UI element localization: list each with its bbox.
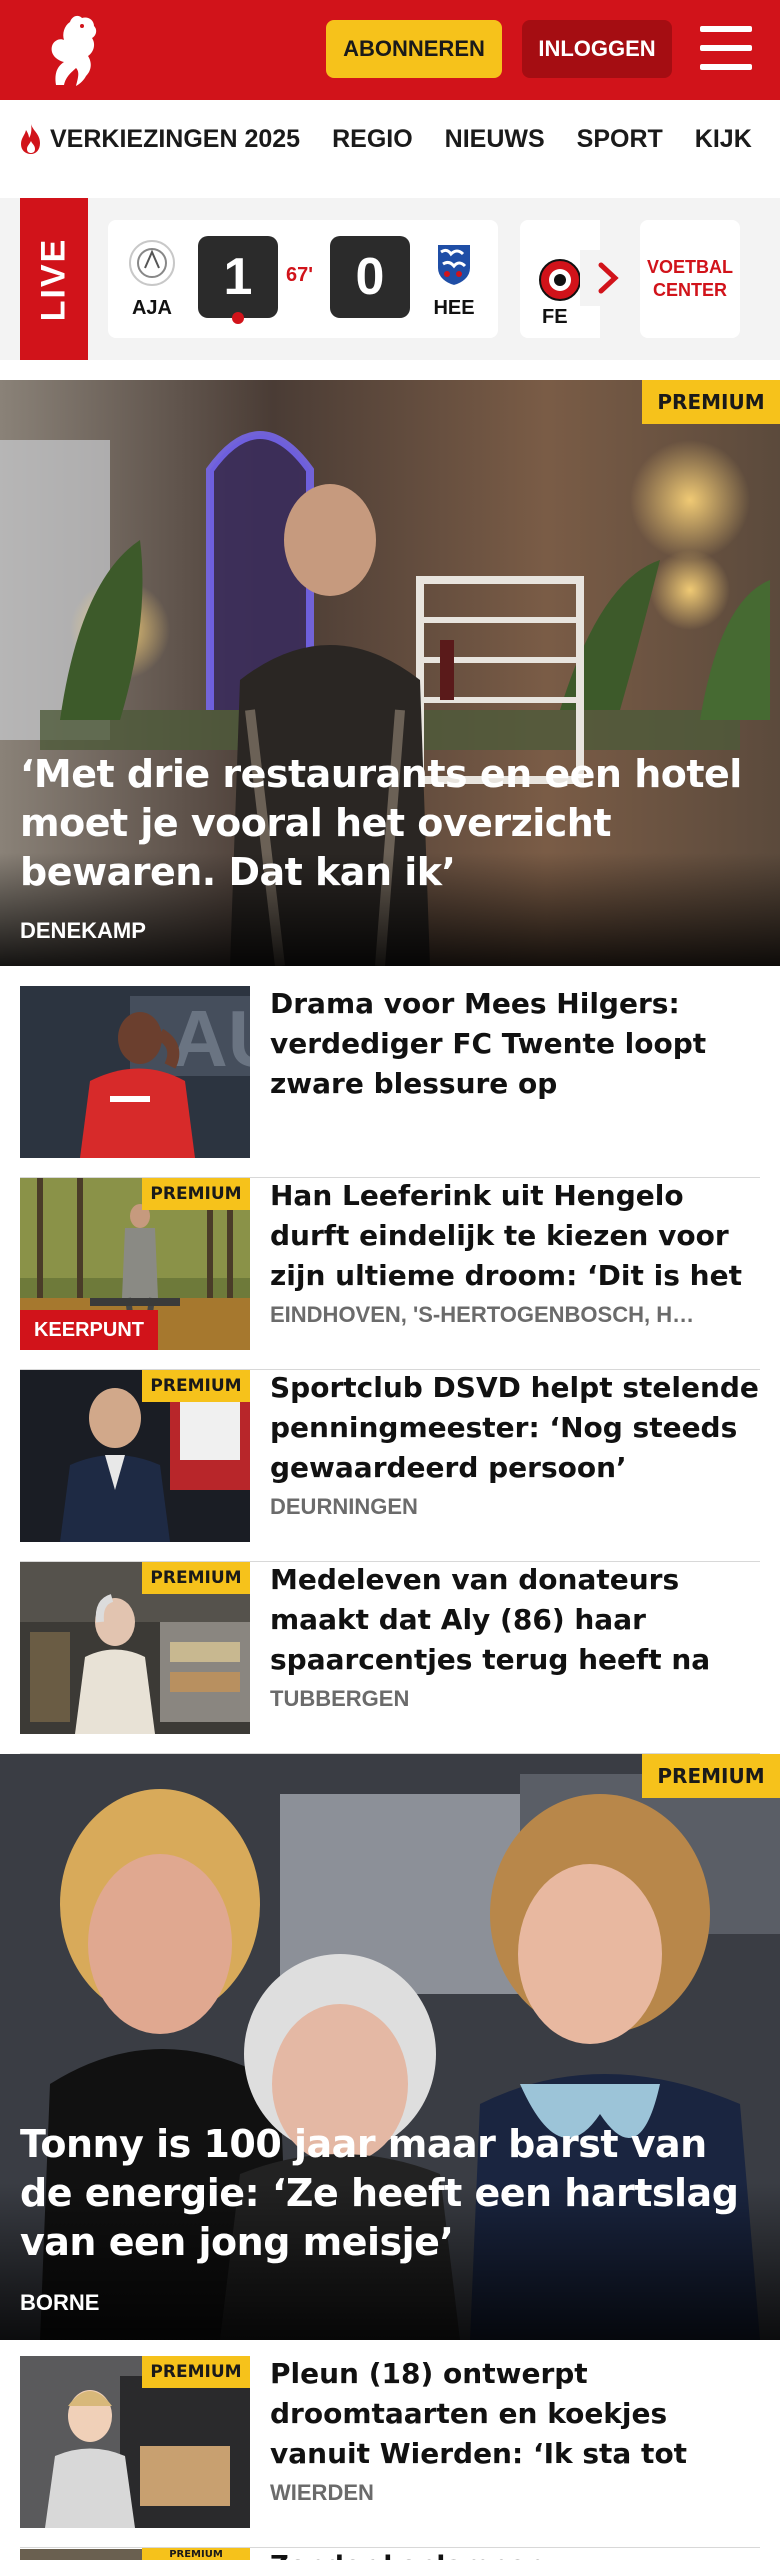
match-card[interactable]: AJA 1 67' 0 HEE [108, 220, 498, 338]
article-title[interactable]: Han Leeferink uit Hengelo durft eindelij… [270, 1176, 760, 1296]
article-title[interactable]: Drama voor Mees Hilgers: verdediger FC T… [270, 984, 760, 1104]
premium-badge: PREMIUM [642, 1754, 780, 1798]
article-thumbnail: PREMIUM [20, 1370, 250, 1542]
nav-item-regio[interactable]: REGIO [332, 125, 413, 154]
next-team-abbr: FE [542, 306, 568, 328]
premium-badge: PREMIUM [142, 1370, 250, 1402]
article-location: DEURNINGEN [270, 1494, 418, 1519]
home-team: AJA [122, 238, 182, 320]
premium-badge: PREMIUM [142, 2548, 250, 2560]
nav-item-label: VERKIEZINGEN 2025 [50, 124, 301, 153]
match-minute: 67' [286, 264, 314, 286]
live-indicator-dot [232, 312, 244, 324]
article-thumbnail: AU [20, 986, 250, 1158]
article-location: EINDHOVEN, 'S-HERTOGENBOSCH, H… [270, 1302, 695, 1327]
svg-text:AU: AU [170, 994, 250, 1083]
list-item[interactable]: PREMIUM Medeleven van donateurs maakt da… [20, 1562, 760, 1754]
article-location: TUBBERGEN [270, 1686, 410, 1711]
ajax-crest-icon [129, 240, 175, 286]
hero-location: DENEKAMP [20, 918, 146, 943]
list-item[interactable]: PREMIUM KEERPUNT Han Leeferink uit Henge… [20, 1178, 760, 1370]
article-title[interactable]: Zonder koplampen [270, 2546, 760, 2560]
away-score: 0 [330, 236, 410, 318]
article-title[interactable]: Pleun (18) ontwerpt droomtaar­ten en koe… [270, 2354, 760, 2474]
voetbal-center-link[interactable]: VOETBAL CENTER [640, 220, 740, 338]
chevron-right-icon[interactable] [580, 250, 636, 306]
nav-item-sport[interactable]: SPORT [577, 125, 663, 154]
flame-icon [21, 124, 40, 154]
live-label: LIVE [34, 237, 73, 321]
hero-title[interactable]: Tonny is 100 jaar maar barst van de ener… [20, 2120, 770, 2267]
article-thumbnail: PREMIUM [20, 2548, 250, 2560]
hero-location: BORNE [20, 2290, 100, 2315]
article-thumbnail: PREMIUM [20, 2356, 250, 2528]
site-header: ABONNEREN INLOGGEN [0, 0, 780, 100]
home-score: 1 [198, 236, 278, 318]
subscribe-button[interactable]: ABONNEREN [326, 20, 502, 78]
list-item[interactable]: PREMIUM Pleun (18) ontwerpt droomtaar­te… [20, 2356, 760, 2548]
article-thumbnail: PREMIUM [20, 1562, 250, 1734]
nav-item-nieuws[interactable]: NIEUWS [445, 125, 545, 154]
nav-item-kijk[interactable]: KIJK [695, 125, 752, 154]
live-tab[interactable]: LIVE [20, 198, 88, 360]
heerenveen-crest-icon [436, 243, 472, 288]
premium-badge: PREMIUM [142, 1562, 250, 1594]
premium-badge: PREMIUM [142, 2356, 250, 2388]
away-team-abbr: HEE [433, 297, 475, 319]
premium-badge: PREMIUM [642, 380, 780, 424]
article-thumbnail: PREMIUM KEERPUNT [20, 1178, 250, 1350]
keerpunt-tag: KEERPUNT [20, 1310, 158, 1350]
article-title[interactable]: Medeleven van donateurs maakt dat Aly (8… [270, 1560, 760, 1680]
hero-title[interactable]: ‘Met drie restaurants en een hotel moet … [20, 750, 770, 897]
twente-horse-logo-icon[interactable] [36, 10, 106, 90]
nav-item-verkiezingen[interactable]: VERKIEZINGEN 2025 [18, 123, 300, 155]
list-item[interactable]: PREMIUM Sportclub DSVD helpt stelende pe… [20, 1370, 760, 1562]
hero-article[interactable]: PREMIUM ‘Met drie restaurants en een hot… [0, 380, 780, 966]
main-nav: VERKIEZINGEN 2025 REGIO NIEUWS SPORT KIJ… [0, 100, 780, 178]
away-team: HEE [424, 238, 484, 320]
article-title[interactable]: Sportclub DSVD helpt stelende penningmee… [270, 1368, 760, 1488]
article-location: WIERDEN [270, 2480, 374, 2505]
hamburger-menu-icon[interactable] [700, 26, 752, 70]
login-button[interactable]: INLOGGEN [522, 20, 672, 78]
premium-badge: PREMIUM [142, 1178, 250, 1210]
list-item[interactable]: AU Drama voor Mees Hilgers: verdediger F… [20, 986, 760, 1178]
hero-article-2[interactable]: PREMIUM Tonny is 100 jaar maar barst van… [0, 1754, 780, 2340]
feyenoord-crest-icon [539, 259, 581, 301]
list-item[interactable]: PREMIUM Zonder koplampen [20, 2548, 760, 2560]
home-team-abbr: AJA [131, 297, 172, 319]
live-scores-strip: LIVE AJA 1 67' 0 HEE FE VOETBAL CENTER [0, 198, 780, 360]
